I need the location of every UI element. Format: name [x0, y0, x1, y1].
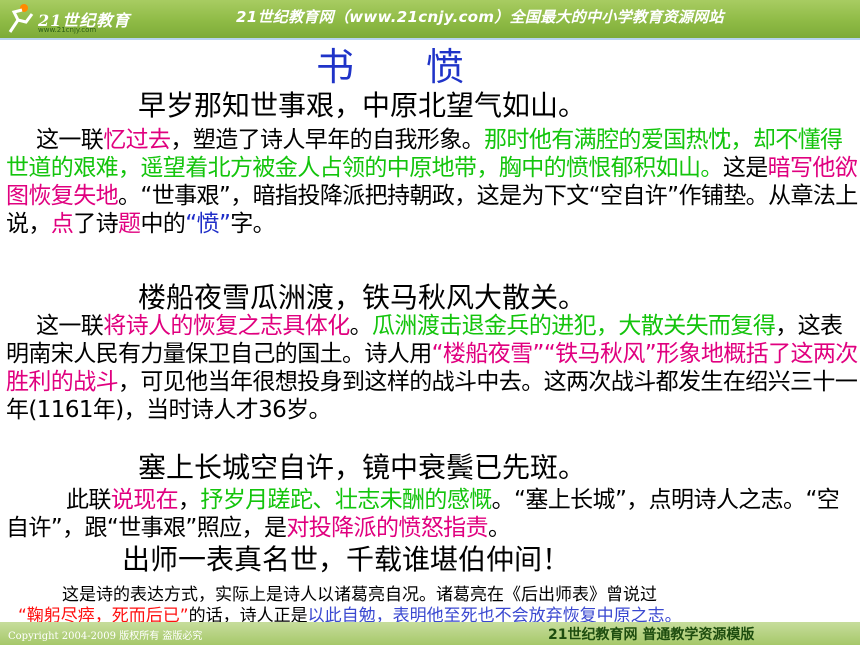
- copyright-text: Copyright 2004-2009 版权所有 盗版必究: [8, 631, 203, 642]
- poem-line-4: 出师一表真名世，千载谁堪伯仲间！: [122, 543, 571, 576]
- text-span: ，: [178, 487, 201, 513]
- text-span: ，塑造了诗人早年的自我形象。: [170, 127, 485, 153]
- highlight-span: 题: [118, 211, 141, 237]
- paragraph-2: 这一联将诗人的恢复之志具体化。瓜洲渡击退金兵的进犯，大散关失而复得，这表明南宋人…: [6, 312, 858, 424]
- paragraph-3: 此联说现在，抒岁月蹉跎、壮志未酬的感慨。“塞上长城”，点明诗人之志。“空自许”，…: [6, 486, 858, 542]
- site-logo[interactable]: 21世纪教育 www.21cnjy.com: [4, 2, 144, 36]
- text-span: ，可见他当年很想投身到这样的战斗中去。这两次战斗都发生在绍兴三十一年(1161年…: [6, 369, 858, 423]
- highlight-span: “愤”: [185, 211, 231, 237]
- header-banner: 21世纪教育 www.21cnjy.com 21世纪教育网（www.21cnjy…: [0, 0, 860, 40]
- text-span: 。: [349, 313, 373, 339]
- header-tagline: 21世纪教育网（www.21cnjy.com）全国最大的中小学教育资源网站: [236, 8, 724, 26]
- footer-brand: 21世纪教育网 普通教学资源模版: [548, 627, 755, 643]
- paragraph-1: 这一联忆过去，塑造了诗人早年的自我形象。那时他有满腔的爱国热忱，却不懂得世道的艰…: [6, 126, 858, 238]
- text-span: 此联: [66, 487, 111, 513]
- text-span: 这一联: [36, 127, 104, 153]
- footer-bar: Copyright 2004-2009 版权所有 盗版必究 21世纪教育网 普通…: [0, 622, 860, 645]
- runner-logo-icon: [8, 4, 34, 33]
- highlight-span: 将诗人的恢复之志具体化: [103, 313, 350, 339]
- highlight-span: 点: [50, 211, 74, 237]
- text-span: 这一联: [36, 313, 104, 339]
- highlight-span: 瓜洲渡击退金兵的进犯，大散关失而复得: [372, 313, 776, 339]
- page-title: 书愤: [316, 45, 537, 89]
- poem-line-3: 塞上长城空自许，镜中衰鬓已先斑。: [138, 451, 587, 484]
- highlight-span: 说现在: [110, 487, 179, 513]
- poem-line-2: 楼船夜雪瓜洲渡，铁马秋风大散关。: [138, 281, 587, 314]
- text-span: 这是: [722, 155, 768, 181]
- poem-line-1: 早岁那知世事艰，中原北望气如山。: [138, 89, 587, 122]
- text-span: 中的: [140, 211, 186, 237]
- text-span: 了诗: [73, 211, 119, 237]
- text-span: 字。: [230, 211, 276, 237]
- highlight-span: 抒岁月蹉跎、壮志未酬的感慨: [200, 487, 492, 513]
- highlight-span: 忆过去: [103, 127, 171, 153]
- logo-url: www.21cnjy.com: [38, 26, 97, 34]
